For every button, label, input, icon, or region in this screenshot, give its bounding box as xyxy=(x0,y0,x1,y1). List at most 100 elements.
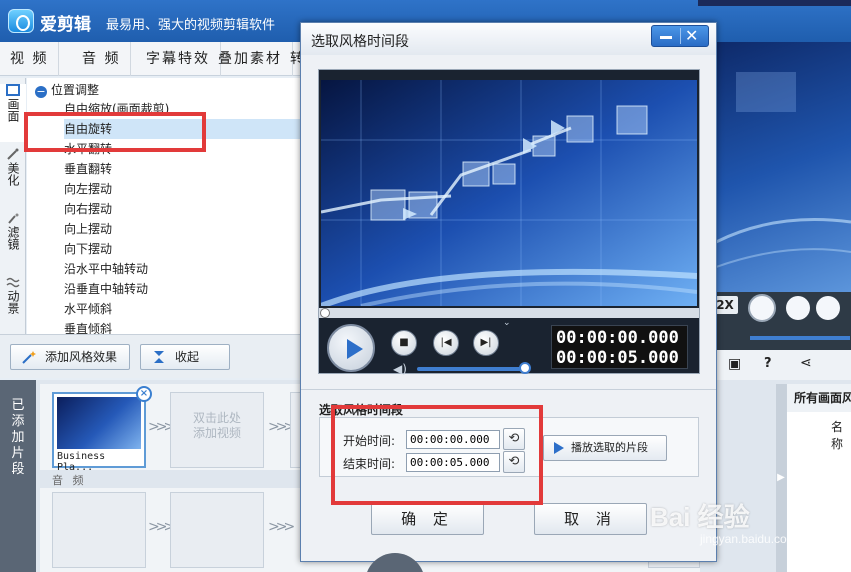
add-video-slot-text: 双击此处 添加视频 xyxy=(171,411,263,441)
add-style-effect-label: 添加风格效果 xyxy=(45,350,118,364)
effect-group-label: 位置调整 xyxy=(51,83,100,97)
save-icon[interactable]: ▣ xyxy=(728,356,741,372)
highlight-box-effect xyxy=(24,112,206,152)
stop-icon: ■ xyxy=(399,337,409,348)
side-tab-motion[interactable]: 动景 xyxy=(0,276,26,334)
effect-action-bar: 添加风格效果 收起 xyxy=(0,334,300,378)
seek-chevron-icon: ⌄ xyxy=(503,318,511,328)
side-tab-beautify-label: 美化 xyxy=(6,162,20,186)
main-play-button[interactable] xyxy=(748,294,776,322)
dialog-video-preview xyxy=(321,80,697,306)
added-clips-tab-char: 已 xyxy=(11,398,25,413)
effect-category-tabs: 画面 美化 滤镜 动景 xyxy=(0,78,26,334)
chevron-right-icon: >>> xyxy=(268,419,295,435)
app-logo-icon xyxy=(8,9,34,33)
stop-button[interactable]: ■ xyxy=(391,330,417,356)
waves-icon xyxy=(6,277,20,288)
name-column-header: 名称 xyxy=(831,420,844,451)
add-video-hint-line2: 添加视频 xyxy=(192,426,241,440)
next-frame-button[interactable]: ▶| xyxy=(473,330,499,356)
window-button-separator xyxy=(680,28,681,44)
added-clips-tab-char: 片 xyxy=(11,446,25,461)
volume-icon[interactable]: ◀) xyxy=(393,362,407,376)
seek-bar[interactable] xyxy=(319,308,699,318)
volume-slider[interactable] xyxy=(417,367,525,371)
add-effect-wand-icon xyxy=(22,351,36,364)
add-video-slot[interactable]: 双击此处 添加视频 xyxy=(170,392,264,468)
audio-slot[interactable] xyxy=(170,492,264,568)
help-icon[interactable]: ? xyxy=(764,356,772,371)
dialog-title-bar[interactable]: 选取风格时间段 ✕ xyxy=(301,23,716,55)
effect-item[interactable]: 向左摆动 xyxy=(64,179,300,199)
chevron-right-icon: >>> xyxy=(268,519,295,535)
add-video-hint-line1: 双击此处 xyxy=(192,411,241,425)
time-display-start: 00:00:00.000 xyxy=(556,328,679,348)
collapse-icon xyxy=(154,351,164,363)
close-icon[interactable]: ✕ xyxy=(685,27,698,45)
main-tools-bar: ▣ ? ⋖ xyxy=(716,350,851,380)
added-clips-tab-char: 添 xyxy=(11,414,25,429)
remove-clip-icon[interactable]: × xyxy=(136,386,152,402)
add-style-effect-button[interactable]: 添加风格效果 xyxy=(10,344,130,370)
dialog-divider xyxy=(301,389,716,390)
effect-item[interactable]: 向下摆动 xyxy=(64,239,300,259)
volume-handle[interactable] xyxy=(519,362,531,374)
wand-icon xyxy=(7,148,19,160)
collapse-minus-icon[interactable]: − xyxy=(35,86,47,98)
side-tab-frame-label: 画面 xyxy=(6,98,20,122)
side-tab-beautify[interactable]: 美化 xyxy=(0,148,26,206)
time-display: 00:00:00.000 00:00:05.000 xyxy=(551,325,688,369)
main-prev-button[interactable] xyxy=(816,296,840,320)
effect-item[interactable]: 沿垂直中轴转动 xyxy=(64,279,300,299)
effect-item[interactable]: 垂直倾斜 xyxy=(64,319,300,334)
tab-audio[interactable]: 音 频 xyxy=(72,42,132,76)
share-icon[interactable]: ⋖ xyxy=(800,355,812,371)
scissors-handle[interactable] xyxy=(365,553,425,572)
effect-item[interactable]: 垂直翻转 xyxy=(64,159,300,179)
highlight-box-time-range xyxy=(331,405,543,505)
cancel-button[interactable]: 取 消 xyxy=(534,503,647,535)
main-preview-art xyxy=(715,72,851,268)
main-stop-button[interactable] xyxy=(786,296,810,320)
play-button[interactable] xyxy=(327,324,375,372)
side-tab-filter[interactable]: 滤镜 xyxy=(0,212,26,270)
added-clips-tab[interactable]: 已 添 加 片 段 xyxy=(0,380,36,572)
title-bar-edge xyxy=(698,0,851,6)
frame-icon xyxy=(6,84,20,96)
side-tab-frame[interactable]: 画面 xyxy=(0,84,26,142)
chevron-right-icon: >>> xyxy=(148,519,175,535)
step-forward-icon: ▶| xyxy=(480,337,492,348)
seek-handle[interactable] xyxy=(320,308,330,318)
effect-item[interactable]: 水平倾斜 xyxy=(64,299,300,319)
collapse-button[interactable]: 收起 xyxy=(140,344,230,370)
clip-name: Business Pla... xyxy=(57,451,106,473)
play-selected-segment-button[interactable]: 播放选取的片段 xyxy=(543,435,667,461)
watermark-logo: Bai 经验 xyxy=(650,502,750,532)
main-volume-bar[interactable] xyxy=(750,336,850,340)
video-clip[interactable]: Business Pla... × xyxy=(52,386,152,473)
tab-video[interactable]: 视 频 xyxy=(0,42,60,76)
side-tab-motion-label: 动景 xyxy=(6,290,20,314)
time-display-end: 00:00:05.000 xyxy=(556,348,679,368)
collapse-label: 收起 xyxy=(175,350,200,364)
watermark-url: jingyan.baidu.com xyxy=(700,532,797,546)
dialog-title: 选取风格时间段 xyxy=(311,34,409,50)
added-clips-tab-char: 段 xyxy=(11,462,25,477)
audio-track-label: 音 频 xyxy=(52,474,87,487)
effect-item[interactable]: 向右摆动 xyxy=(64,199,300,219)
dialog-player: ⌄ ■ |◀ ▶| ◀) 00:00:00.000 00:00:05.000 xyxy=(318,69,700,376)
minimize-icon[interactable] xyxy=(660,36,672,39)
prev-frame-button[interactable]: |◀ xyxy=(433,330,459,356)
play-selected-segment-label: 播放选取的片段 xyxy=(571,441,648,454)
clip-thumbnail xyxy=(57,397,141,449)
dialog-window-buttons: ✕ xyxy=(651,25,709,47)
audio-slot[interactable] xyxy=(52,492,146,568)
effect-item[interactable]: 向上摆动 xyxy=(64,219,300,239)
chevron-right-icon: >>> xyxy=(148,419,175,435)
side-tab-filter-label: 滤镜 xyxy=(6,226,20,250)
all-style-effects-header: 所有画面风 xyxy=(787,384,851,412)
preview-frame-art xyxy=(321,80,697,306)
ok-button[interactable]: 确 定 xyxy=(371,503,484,535)
effect-item[interactable]: 沿水平中轴转动 xyxy=(64,259,300,279)
effect-group-header[interactable]: − 位置调整 xyxy=(35,81,99,99)
